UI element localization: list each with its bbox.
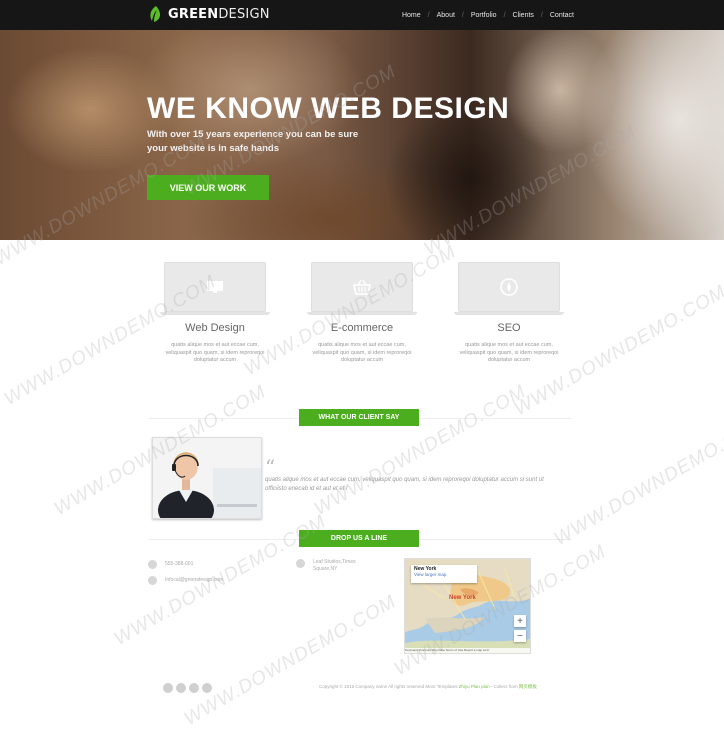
social-links [163, 683, 212, 693]
feature-text: quatis alique mos et aut eccae cum, veli… [312, 342, 412, 363]
view-our-work-button[interactable]: VIEW OUR WORK [147, 175, 269, 200]
location-icon [296, 559, 305, 568]
map-info-card: New York View larger map [411, 565, 477, 583]
feature-ecommerce: E-commerce quatis alique mos et aut ecca… [307, 262, 417, 365]
feature-seo: SEO quatis alique mos et aut eccae cum, … [454, 262, 564, 365]
nav-portfolio[interactable]: Portfolio [471, 12, 497, 19]
hero-title: WE KNOW WEB DESIGN [147, 92, 510, 125]
watermark: WWW.DOWNDEMO.COM [180, 591, 400, 730]
zoom-out-button[interactable]: − [514, 630, 526, 642]
client-image [153, 438, 261, 518]
basket-icon [353, 279, 371, 295]
hero-banner: WE KNOW WEB DESIGN With over 15 years ex… [0, 30, 724, 240]
contact-email[interactable]: Infocal@greendesign.com [148, 576, 223, 585]
nav-contact[interactable]: Contact [550, 12, 574, 19]
facebook-icon[interactable] [163, 683, 173, 693]
top-navbar: GREENDESIGN Home / About / Portfolio / C… [0, 0, 724, 30]
feature-text: quatis alique mos et aut eccae cum, veli… [165, 342, 265, 363]
watermark: WWW.DOWNDEMO.COM [550, 411, 724, 550]
google-plus-icon[interactable] [189, 683, 199, 693]
nav-about[interactable]: About [437, 12, 455, 19]
logo-text: GREENDESIGN [168, 6, 270, 22]
nav-home[interactable]: Home [402, 12, 421, 19]
location-map[interactable]: New York View larger map New York + − Ke… [404, 558, 531, 654]
feature-title: Web Design [185, 322, 245, 334]
client-photo [152, 437, 262, 519]
map-city-label: New York [449, 595, 476, 601]
main-nav: Home / About / Portfolio / Clients / Con… [401, 11, 574, 19]
collect-link[interactable]: 网页模板 [519, 684, 537, 689]
contact-heading: DROP US A LINE [299, 530, 419, 547]
credit-link[interactable]: Zhiyu Plan plan [459, 684, 490, 689]
copyright: Copyright © 2016 Company name All rights… [319, 684, 537, 689]
feature-web-design: Web Design quatis alique mos et aut ecca… [160, 262, 270, 365]
contact-phone: 555-388-001 [148, 560, 193, 569]
testimonial-heading: WHAT OUR CLIENT SAY [299, 409, 419, 426]
watermark: WWW.DOWNDEMO.COM [310, 381, 530, 520]
compass-icon [500, 278, 518, 296]
map-footer: Keyboard shortcuts Map Data Terms of Use… [405, 648, 530, 653]
view-larger-map-link[interactable]: View larger map [414, 572, 446, 577]
feature-text: quatis alique mos et aut eccae cum, veli… [459, 342, 559, 363]
logo[interactable]: GREENDESIGN [148, 5, 270, 23]
monitor-illustration [164, 262, 266, 312]
linkedin-icon[interactable] [202, 683, 212, 693]
phone-icon [148, 560, 157, 569]
monitor-illustration [458, 262, 560, 312]
monitor-icon [207, 281, 223, 293]
mail-icon [148, 576, 157, 585]
twitter-icon[interactable] [176, 683, 186, 693]
nav-clients[interactable]: Clients [513, 12, 534, 19]
feature-title: E-commerce [330, 322, 394, 334]
monitor-illustration [311, 262, 413, 312]
testimonial-text: quatis alique mos et aut eccae cum, veli… [265, 477, 544, 492]
hero-subtitle: With over 15 years experience you can be… [147, 129, 359, 154]
feature-title: SEO [497, 322, 521, 334]
zoom-in-button[interactable]: + [514, 615, 526, 627]
leaf-icon [150, 6, 161, 22]
contact-address: Leaf Studios,Times Square,NY [296, 559, 356, 573]
